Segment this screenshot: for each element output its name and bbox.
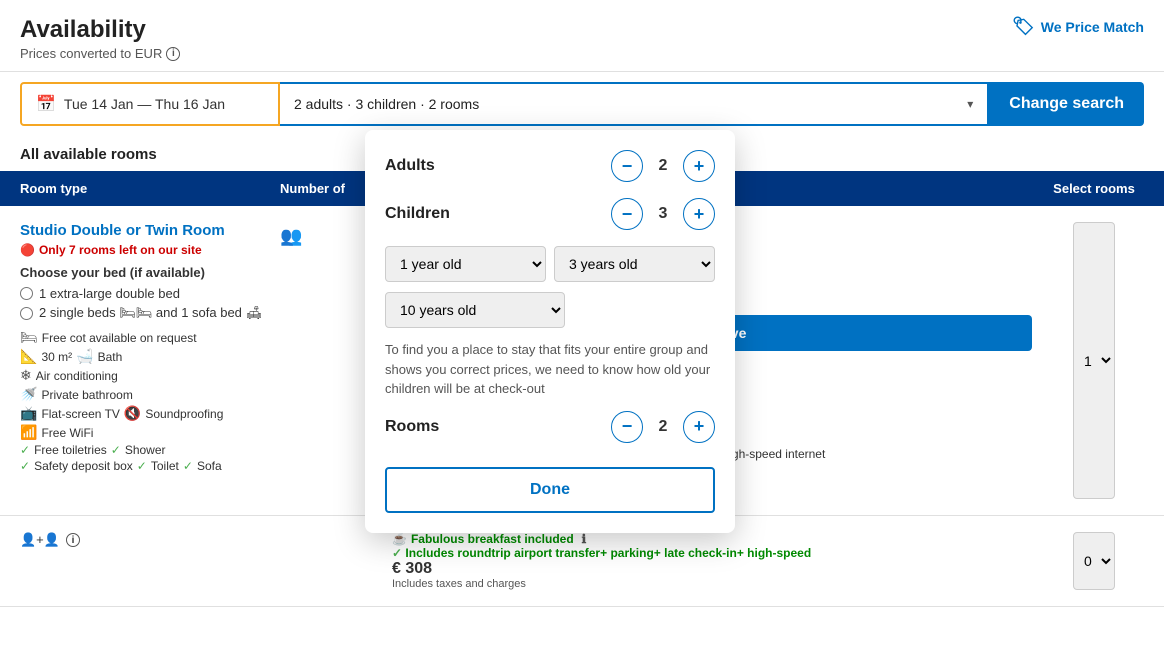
row2-transfer: ✓ Includes roundtrip airport transfer+ p… — [392, 546, 1032, 560]
rooms-decrement[interactable]: − — [611, 411, 643, 443]
warning-icon: 🔴 — [20, 243, 35, 257]
check-sofa: ✓ — [183, 459, 193, 473]
guests-input[interactable]: 2 adults · 3 children · 2 rooms ▾ — [280, 82, 989, 126]
change-search-button[interactable]: Change search — [989, 82, 1144, 126]
children-value: 3 — [653, 205, 673, 223]
check-shower: ✓ — [111, 443, 121, 457]
bed-label-2: 2 single beds 🛏🛏 and 1 sofa bed 🛋 — [39, 305, 262, 321]
amenity-cot: 🛏 Free cot available on request — [20, 329, 280, 346]
price-subtitle: Prices converted to EUR i — [20, 46, 1144, 61]
col-select: Select rooms — [1044, 181, 1144, 196]
amenity-ac: ❄ Air conditioning — [20, 367, 280, 384]
adults-row: Adults − 2 + — [385, 150, 715, 182]
child-ages-row-2: Under 1 year old 1 year old 2 years old … — [385, 292, 715, 328]
search-bar: 📅 Tue 14 Jan — Thu 16 Jan 2 adults · 3 c… — [0, 72, 1164, 136]
guests-dropdown: Adults − 2 + Children − 3 + Under 1 year… — [365, 130, 735, 533]
guest-icons: 👥 — [280, 226, 302, 246]
sofa-icon: 🛋 — [246, 305, 263, 320]
amenity-bathroom: 🚿 Private bathroom — [20, 386, 280, 403]
rooms-value: 2 — [653, 418, 673, 436]
bed-option-1[interactable]: 1 extra-large double bed — [20, 286, 280, 301]
children-row: Children − 3 + — [385, 198, 715, 230]
bathroom-icon: 🚿 — [20, 386, 37, 403]
amenity-size: 📐 30 m² 🛁 Bath — [20, 348, 280, 365]
info-icon[interactable]: i — [166, 47, 180, 61]
row2-guest-icon: 👤+👤 — [20, 532, 60, 548]
child-age-select-2[interactable]: Under 1 year old 1 year old 2 years old … — [554, 246, 715, 282]
row2-room-col: 👤+👤 i — [20, 532, 280, 590]
children-increment[interactable]: + — [683, 198, 715, 230]
row2-select-col: 0 1 2 — [1044, 532, 1144, 590]
child-info-text: To find you a place to stay that fits yo… — [385, 340, 715, 399]
bed-label-1: 1 extra-large double bed — [39, 286, 180, 301]
child-age-select-1[interactable]: Under 1 year old 1 year old 2 years old … — [385, 246, 546, 282]
child-age-select-3[interactable]: Under 1 year old 1 year old 2 years old … — [385, 292, 565, 328]
bed-option-2[interactable]: 2 single beds 🛏🛏 and 1 sofa bed 🛋 — [20, 305, 280, 321]
row2-room-select[interactable]: 0 1 2 — [1073, 532, 1115, 590]
row2-guests: 👤+👤 i — [20, 532, 280, 548]
row2-taxes: Includes taxes and charges — [392, 578, 1032, 590]
bath-icon: 🛁 — [76, 348, 93, 365]
rooms-label: Rooms — [385, 418, 439, 436]
row2-price: € 308 — [392, 560, 1032, 578]
wifi-icon: 📶 — [20, 424, 37, 441]
check-toilet: ✓ — [137, 459, 147, 473]
ac-icon: ❄ — [20, 367, 32, 384]
check-safe: ✓ — [20, 459, 30, 473]
bed-icon: 🛏🛏 — [119, 305, 152, 320]
rooms-row: Rooms − 2 + — [385, 411, 715, 443]
child-ages-row-1: Under 1 year old 1 year old 2 years old … — [385, 246, 715, 282]
row2-check: ✓ — [392, 546, 402, 560]
amenity-tv: 📺 Flat-screen TV 🔇 Soundproofing — [20, 405, 280, 422]
bed-choice-title: Choose your bed (if available) — [20, 265, 280, 280]
date-input[interactable]: 📅 Tue 14 Jan — Thu 16 Jan — [20, 82, 280, 126]
sound-icon: 🔇 — [124, 405, 141, 422]
date-text: Tue 14 Jan — Thu 16 Jan — [64, 96, 225, 112]
children-decrement[interactable]: − — [611, 198, 643, 230]
row2-breakfast-badge: ☕ Fabulous breakfast included ℹ — [392, 532, 1032, 546]
calendar-icon: 📅 — [36, 94, 56, 114]
amenity-safe: ✓ Safety deposit box ✓ Toilet ✓ Sofa — [20, 459, 280, 473]
row2-price-col: ☕ Fabulous breakfast included ℹ ✓ Includ… — [380, 532, 1044, 590]
price-match-icon: 🏷 — [1012, 16, 1035, 37]
price-match-banner: 🏷 We Price Match — [1012, 16, 1144, 37]
page-title: Availability — [20, 16, 1144, 44]
select-rooms-col: 1 2 — [1044, 222, 1144, 499]
room-info: Studio Double or Twin Room 🔴 Only 7 room… — [20, 222, 280, 499]
bed-radio-2[interactable] — [20, 307, 33, 320]
tv-icon: 📺 — [20, 405, 37, 422]
adults-value: 2 — [653, 157, 673, 175]
row2-info-icon[interactable]: i — [66, 533, 80, 547]
room-availability-warning: 🔴 Only 7 rooms left on our site — [20, 243, 280, 257]
rooms-increment[interactable]: + — [683, 411, 715, 443]
row2-info-icon2[interactable]: ℹ — [582, 532, 587, 546]
size-icon: 📐 — [20, 348, 37, 365]
amenity-toiletries: ✓ Free toiletries ✓ Shower — [20, 443, 280, 457]
adults-increment[interactable]: + — [683, 150, 715, 182]
done-button[interactable]: Done — [385, 467, 715, 513]
row2-breakfast-icon: ☕ — [392, 532, 407, 546]
check-toiletries: ✓ — [20, 443, 30, 457]
guests-text: 2 adults · 3 children · 2 rooms — [294, 96, 479, 112]
adults-label: Adults — [385, 157, 435, 175]
amenity-wifi: 📶 Free WiFi — [20, 424, 280, 441]
row2-num-col — [280, 532, 380, 590]
rooms-counter: − 2 + — [611, 411, 715, 443]
room-name-link[interactable]: Studio Double or Twin Room — [20, 222, 280, 239]
cot-icon: 🛏 — [20, 329, 38, 346]
room-select[interactable]: 1 2 — [1073, 222, 1115, 499]
col-room-type: Room type — [20, 181, 280, 196]
adults-counter: − 2 + — [611, 150, 715, 182]
children-counter: − 3 + — [611, 198, 715, 230]
adults-decrement[interactable]: − — [611, 150, 643, 182]
chevron-down-icon: ▾ — [967, 97, 973, 111]
bed-radio-1[interactable] — [20, 287, 33, 300]
children-label: Children — [385, 205, 450, 223]
